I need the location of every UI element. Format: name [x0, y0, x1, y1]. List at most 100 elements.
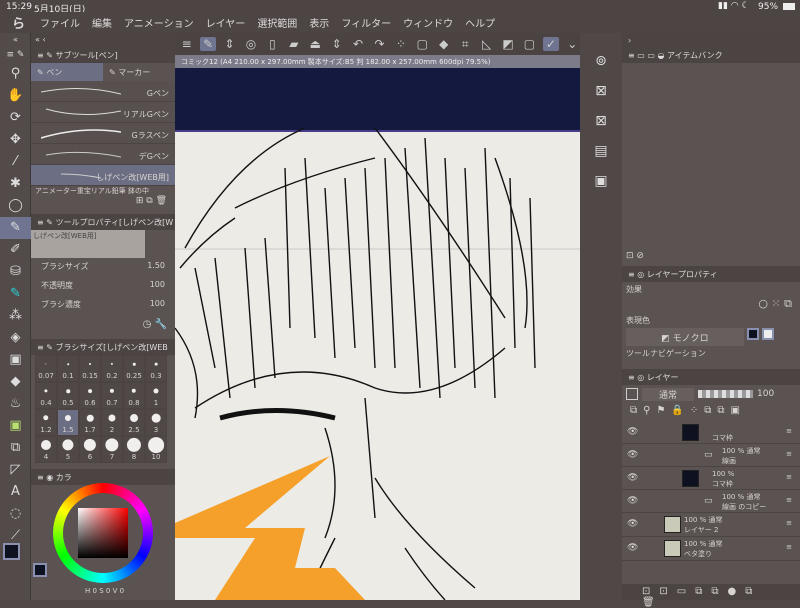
pencil-tool-icon[interactable]: ✐ [0, 239, 31, 261]
hamburger-icon[interactable]: ≡ [179, 37, 194, 51]
brush-size-cell[interactable]: 1.5 [57, 409, 79, 436]
figure-tool-icon[interactable]: ◸ [0, 459, 31, 481]
brush-item[interactable]: アニメーター重宝リアル鉛筆 鉢の中 [31, 186, 175, 196]
brush-size-cell[interactable]: 8 [123, 436, 145, 463]
fill-tool-icon[interactable]: ◆ [0, 371, 31, 393]
layer-row[interactable]: 👁 コマ枠 ≡ [622, 421, 800, 444]
brush-size-cell[interactable]: 6 [79, 436, 101, 463]
trash-icon[interactable]: 🗑 [156, 196, 167, 206]
brush-size-cell[interactable]: 1.2 [35, 409, 57, 436]
navigator-icon[interactable]: ⊚ [580, 53, 622, 83]
decoration-tool-icon[interactable]: ✎ [0, 283, 31, 305]
brush-size-cell[interactable]: 7 [101, 436, 123, 463]
drag-handle-icon[interactable]: ≡ [786, 519, 792, 527]
layer-color-black[interactable] [747, 328, 759, 340]
ruler-icon[interactable]: ◺ [479, 37, 494, 51]
eraser-tool-icon[interactable]: ◈ [0, 327, 31, 349]
brush-size-cell[interactable]: 2 [101, 409, 123, 436]
eye-icon[interactable]: 👁 [627, 519, 638, 529]
brush-size-cell[interactable]: 1 [145, 382, 167, 409]
hand-tool-icon[interactable]: ✋ [0, 85, 31, 107]
blend-mode-select[interactable]: 通常 [642, 387, 694, 401]
companion-icon[interactable]: ◎ [243, 37, 258, 51]
drag-handle-icon[interactable]: ≡ [786, 496, 792, 504]
reset-icon[interactable]: ◷ [143, 319, 152, 330]
blend-tool-icon[interactable]: ♨ [0, 393, 31, 415]
canvas-drawing[interactable] [175, 68, 580, 600]
add-subtool-icon[interactable]: ⊞ [136, 196, 144, 206]
canvas-area[interactable] [175, 68, 580, 600]
save-icon[interactable]: ⏏ [308, 37, 323, 51]
property-value[interactable]: 100 [150, 299, 165, 312]
brush-item[interactable]: デGペン [31, 144, 175, 165]
edit-mode-icon[interactable]: ✎ [200, 37, 216, 51]
pen-tool-icon[interactable]: ✎ [0, 217, 31, 239]
copy-icon[interactable]: ▢ [415, 37, 430, 51]
transform-icon[interactable]: ⌗ [457, 37, 472, 52]
property-brush-size[interactable]: ブラシサイズ 1.50 [31, 258, 175, 277]
document-tab[interactable]: コミック12 (A4 210.00 x 297.00mm 製本サイズ:B5 判 … [175, 55, 580, 68]
eye-icon[interactable]: 👁 [627, 473, 638, 483]
brush-size-cell[interactable]: 3 [145, 409, 167, 436]
auto-select-tool-icon[interactable]: ✱ [0, 173, 31, 195]
layer-color-icon[interactable] [626, 388, 638, 400]
main-color-swatch[interactable] [3, 543, 20, 560]
saturation-value-square[interactable] [78, 508, 128, 558]
move-tool-icon[interactable]: ✥ [0, 129, 31, 151]
layer-panel-tab[interactable]: ≡ ◎ レイヤー [622, 369, 800, 385]
brush-size-cell[interactable]: 0.1 [57, 355, 79, 382]
zoom-tool-icon[interactable]: ⚲ [0, 63, 31, 85]
brush-size-cell[interactable]: 2.5 [123, 409, 145, 436]
brush-size-cell[interactable]: 5 [57, 436, 79, 463]
brush-size-tab[interactable]: ≡ ✎ ブラシサイズ[しげペン改[WEB [31, 339, 175, 355]
brush-size-cell[interactable]: 0.5 [57, 382, 79, 409]
open-folder-icon[interactable]: ▰ [286, 37, 301, 51]
layer-row[interactable]: 👁 100 % コマ枠 ≡ [622, 467, 800, 490]
brush-item[interactable]: Gラスペン [31, 123, 175, 144]
pen-tab-icon[interactable]: ≡ ✎ [0, 47, 31, 63]
brush-size-cell[interactable]: 0.4 [35, 382, 57, 409]
layer-color-white[interactable] [762, 328, 774, 340]
brush-size-cell[interactable]: 0.07 [35, 355, 57, 382]
subtool-tab-pen[interactable]: ✎ ペン [31, 63, 103, 81]
expression-color-select[interactable]: ◩ モノクロ [626, 328, 744, 346]
effect-buttons[interactable]: ○ ⁙ ⧉ [622, 297, 800, 313]
menu-window[interactable]: ウィンドウ [403, 15, 453, 30]
property-value[interactable]: 1.50 [147, 261, 165, 274]
brush-item-selected[interactable]: しげペン改[WEB用] [31, 165, 175, 186]
brush-size-cell[interactable]: 0.6 [79, 382, 101, 409]
color-wheel[interactable] [53, 483, 153, 583]
layer-property-tab[interactable]: ≡ ◎ レイヤープロパティ [622, 266, 800, 282]
ruler-tool-icon[interactable]: ⧉ [0, 437, 31, 459]
stepper-icon[interactable]: ⇕ [222, 37, 237, 51]
subtool-panel-tab[interactable]: ≡ ✎ サブツール[ペン] [31, 47, 175, 63]
menu-file[interactable]: ファイル [40, 15, 80, 30]
menu-layer[interactable]: レイヤー [206, 15, 246, 30]
frame-tool-icon[interactable]: ▣ [0, 415, 31, 437]
brush-size-cell[interactable]: 1.7 [79, 409, 101, 436]
tone-icon[interactable]: ◩ [500, 37, 515, 51]
fill-icon[interactable]: ◆ [436, 37, 451, 51]
item-bank-tab[interactable]: ≡ ▭ ▭ ◒ アイテムバンク [622, 47, 800, 63]
eye-icon[interactable]: 👁 [627, 450, 638, 460]
brush-size-cell[interactable]: 0.8 [123, 382, 145, 409]
menu-help[interactable]: ヘルプ [465, 15, 495, 30]
property-density[interactable]: ブラシ濃度 100 [31, 296, 175, 315]
deselect-icon[interactable]: ⁘ [393, 37, 408, 51]
subtool-tab-marker[interactable]: ✎ マーカー [103, 63, 175, 81]
panel-collapse-icon[interactable]: « [0, 33, 31, 47]
frame-icon[interactable]: ▢ [522, 37, 537, 51]
menu-filter[interactable]: フィルター [341, 15, 391, 30]
stepper-icon-2[interactable]: ⇕ [329, 37, 344, 51]
eye-icon[interactable]: 👁 [627, 427, 638, 437]
brush-size-cell[interactable]: 0.15 [79, 355, 101, 382]
property-opacity[interactable]: 不透明度 100 [31, 277, 175, 296]
tool-property-tab[interactable]: ≡ ✎ ツールプロパティ[しげペン改[W [31, 214, 175, 230]
airbrush-tool-icon[interactable]: ⛁ [0, 261, 31, 283]
layer-search-icon[interactable]: ⊠ [580, 83, 622, 113]
brush-size-cell[interactable]: 4 [35, 436, 57, 463]
opacity-slider[interactable] [698, 390, 753, 398]
drag-handle-icon[interactable]: ≡ [786, 473, 792, 481]
layer-row[interactable]: 👁 100 % 通常 ベタ塗り ≡ [622, 537, 800, 561]
brush-size-cell[interactable]: 0.7 [101, 382, 123, 409]
